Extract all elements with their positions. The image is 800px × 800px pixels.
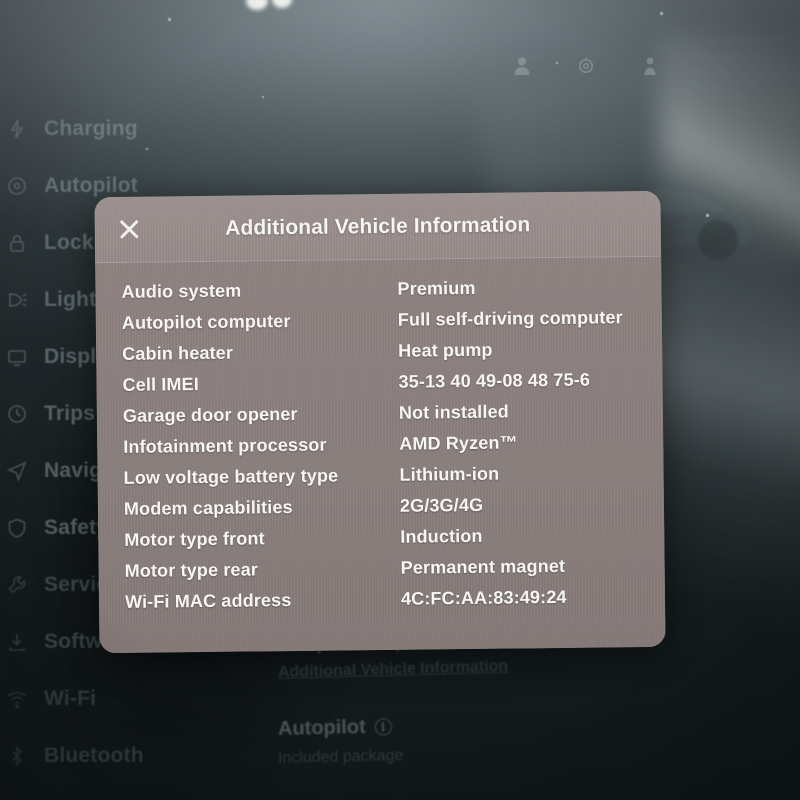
dialog-title: Additional Vehicle Information [225,212,531,240]
info-label: Motor type rear [124,559,259,581]
info-value: 2G/3G/4G [399,494,484,516]
section-title: Autopilot [277,715,366,740]
charging-icon [6,118,28,140]
sidebar-item-upgrades[interactable]: Upgrades [0,784,240,800]
close-button[interactable] [109,209,149,249]
info-value: Premium [397,277,476,299]
sidebar-item-label: Autopilot [44,173,138,197]
additional-vehicle-information-dialog: Additional Vehicle Information Audio sys… [94,190,666,654]
info-value: 35-13 40 49-08 48 75-6 [398,369,591,392]
person-icon[interactable] [640,55,660,77]
sidebar-item-label: Charging [44,116,138,140]
section-subtitle: Included package [277,746,404,767]
info-label: Cell IMEI [122,374,200,395]
info-label: Audio system [121,280,242,302]
sidebar-item-wifi[interactable]: Wi-Fi [0,670,240,727]
background-settings-content: Autopilot Computer: Full self-driving co… [277,625,718,768]
info-label: Infotainment processor [123,434,327,457]
wifi-icon [6,688,28,710]
vehicle-touchscreen-photo: Charging Autopilot Locks Lights Display [0,0,800,800]
lights-icon [6,289,28,311]
info-value: Full self-driving computer [397,307,623,330]
sidebar-item-label: Trips [44,401,96,425]
sidebar-item-label: Wi-Fi [44,686,97,710]
info-label: Autopilot computer [121,311,291,333]
info-row: Wi-Fi MAC address 4C:FC:AA:83:49:24 [99,586,665,623]
lock-icon [6,232,28,254]
dialog-header: Additional Vehicle Information [94,190,662,264]
bluetooth-icon [6,745,28,767]
info-label: Low voltage battery type [123,465,339,488]
info-label: Garage door opener [122,403,298,426]
info-value: Induction [400,525,483,547]
autopilot-icon [6,175,28,197]
autopilot-section-header: Autopilot [278,707,718,741]
info-icon[interactable] [374,718,392,736]
info-value: Not installed [398,401,509,423]
navigation-icon [6,460,28,482]
safety-icon [6,517,28,539]
info-label: Cabin heater [122,342,234,364]
info-value: Heat pump [398,339,493,361]
service-icon [6,574,28,596]
sidebar-item-charging[interactable]: Charging [0,100,240,157]
info-label: Wi-Fi MAC address [124,590,292,612]
info-value: Lithium-ion [399,463,500,485]
settings-gear-icon[interactable] [576,55,596,77]
sidebar-item-bluetooth[interactable]: Bluetooth [0,727,240,784]
status-bar [0,44,800,88]
display-icon [6,346,28,368]
dialog-body: Audio system Premium Autopilot computer … [95,256,666,654]
info-value: Permanent magnet [400,555,566,578]
software-icon [6,631,28,653]
additional-vehicle-information-link[interactable]: Additional Vehicle Information [278,652,718,682]
sidebar-item-label: Bluetooth [44,743,144,767]
info-label: Modem capabilities [123,496,293,519]
trips-icon [6,403,28,425]
profile-icon[interactable] [512,55,532,77]
info-value: AMD Ryzen™ [399,432,518,454]
info-value: 4C:FC:AA:83:49:24 [400,586,567,609]
info-label: Motor type front [124,528,265,550]
close-icon [119,220,138,239]
